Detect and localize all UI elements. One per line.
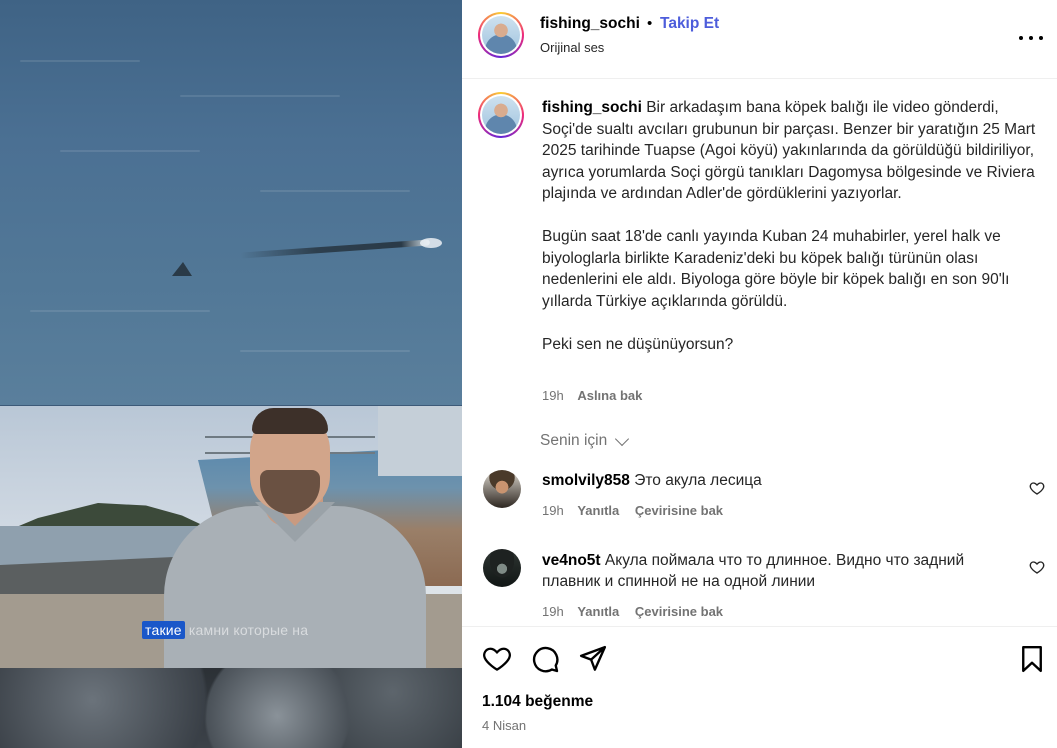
more-options-icon[interactable] (1019, 26, 1043, 50)
comment-username[interactable]: smolvily858 (542, 472, 630, 489)
comment-username[interactable]: ve4no5t (542, 552, 601, 569)
see-translation-button[interactable]: Çevirisine bak (635, 503, 723, 518)
commenter-avatar[interactable] (483, 470, 521, 508)
post-header: fishing_sochi • Takip Et Orijinal ses (462, 0, 1057, 79)
see-original-button[interactable]: Aslına bak (577, 388, 642, 403)
post-date: 4 Nisan (482, 718, 527, 733)
video-frame-rocks (0, 668, 462, 748)
caption-meta: 19h Aslına bak (542, 388, 642, 403)
commenter-avatar[interactable] (483, 549, 521, 587)
comment-time: 19h (542, 604, 564, 619)
comment-sort-label: Senin için (540, 432, 608, 449)
video-subtitle: такие камни которые на (142, 621, 309, 639)
author-avatar[interactable] (478, 12, 524, 58)
likes-count[interactable]: 1.104 beğenme (482, 693, 593, 711)
video-subtitle-highlight: такие (142, 621, 185, 639)
comment-sort-dropdown[interactable]: Senin için (540, 431, 630, 450)
video-frame-sea (0, 0, 462, 405)
caption-author-avatar[interactable] (478, 92, 524, 138)
caption-paragraph-2: Bugün saat 18'de canlı yayında Kuban 24 … (542, 228, 1010, 310)
post-media[interactable]: такие камни которые на (0, 0, 462, 748)
video-frame-speaker: такие камни которые на (0, 406, 462, 668)
see-translation-button[interactable]: Çevirisine bak (635, 604, 723, 619)
shark-shape (240, 239, 430, 259)
comment-like-heart-icon[interactable] (1029, 480, 1045, 496)
comment-bubble-icon[interactable] (530, 644, 560, 674)
like-heart-icon[interactable] (482, 644, 512, 674)
post-side-panel: fishing_sochi • Takip Et Orijinal ses fi… (462, 0, 1057, 748)
video-subtitle-rest: камни которые на (188, 622, 309, 638)
reply-button[interactable]: Yanıtla (577, 604, 619, 619)
caption-text: fishing_sochi Bir arkadaşım bana köpek b… (542, 97, 1042, 377)
follow-button[interactable]: Takip Et (660, 15, 719, 33)
save-bookmark-icon[interactable] (1017, 644, 1047, 674)
comment-text: smolvily858 Это акула лесица (542, 470, 1012, 491)
chevron-down-icon (615, 431, 630, 446)
author-username[interactable]: fishing_sochi (540, 15, 640, 33)
comment-like-heart-icon[interactable] (1029, 559, 1045, 575)
caption-paragraph-3: Peki sen ne düşünüyorsun? (542, 335, 734, 353)
caption-time: 19h (542, 388, 564, 403)
audio-label[interactable]: Orijinal ses (540, 40, 604, 55)
actions-divider (462, 626, 1057, 627)
comment-body: Это акула лесица (634, 472, 762, 489)
separator-dot: • (647, 15, 653, 32)
comment-meta: 19h Yanıtla Çevirisine bak (542, 604, 735, 619)
comment-meta: 19h Yanıtla Çevirisine bak (542, 503, 735, 518)
comment-body: Акула поймала что то длинное. Видно что … (542, 552, 965, 590)
comment-text: ve4no5t Акула поймала что то длинное. Ви… (542, 550, 1012, 592)
reply-button[interactable]: Yanıtla (577, 503, 619, 518)
share-send-icon[interactable] (578, 644, 608, 674)
caption-username[interactable]: fishing_sochi (542, 99, 642, 116)
shark-fin (172, 262, 192, 276)
comment-time: 19h (542, 503, 564, 518)
